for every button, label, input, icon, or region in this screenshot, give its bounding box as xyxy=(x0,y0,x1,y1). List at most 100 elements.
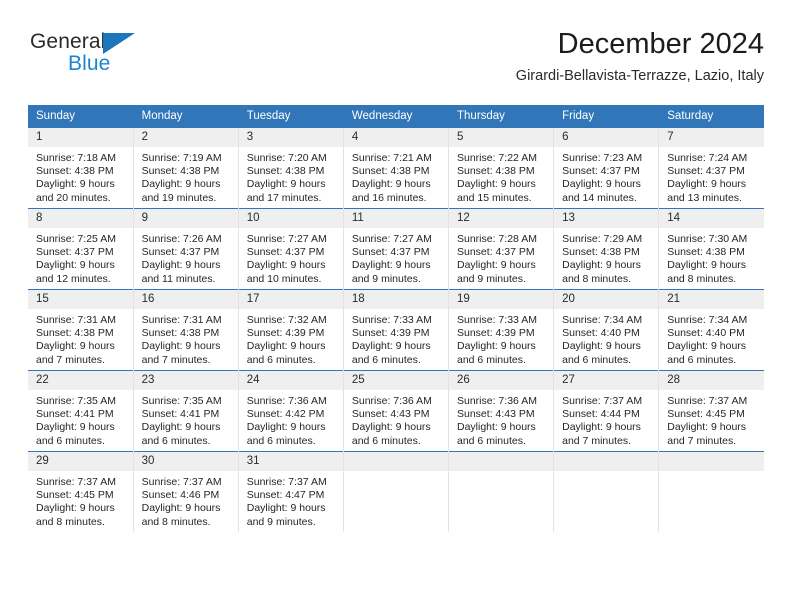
calendar-week-row: 15 Sunrise: 7:31 AM Sunset: 4:38 PM Dayl… xyxy=(28,289,764,371)
sunset-text: Sunset: 4:38 PM xyxy=(141,327,220,340)
day-cell[interactable]: 8 Sunrise: 7:25 AM Sunset: 4:37 PM Dayli… xyxy=(28,208,134,290)
day-cell[interactable]: 4 Sunrise: 7:21 AM Sunset: 4:38 PM Dayli… xyxy=(343,127,450,209)
day-number xyxy=(343,452,448,471)
sunset-text: Sunset: 4:37 PM xyxy=(141,246,220,259)
day-cell[interactable]: 28 Sunrise: 7:37 AM Sunset: 4:45 PM Dayl… xyxy=(658,370,764,452)
day-cell[interactable]: 6 Sunrise: 7:23 AM Sunset: 4:37 PM Dayli… xyxy=(553,127,660,209)
daylight-text-line1: Daylight: 9 hours xyxy=(667,340,747,353)
day-cell[interactable]: 16 Sunrise: 7:31 AM Sunset: 4:38 PM Dayl… xyxy=(133,289,239,371)
day-cell[interactable]: 26 Sunrise: 7:36 AM Sunset: 4:43 PM Dayl… xyxy=(448,370,555,452)
day-cell[interactable]: 22 Sunrise: 7:35 AM Sunset: 4:41 PM Dayl… xyxy=(28,370,134,452)
day-cell[interactable]: 18 Sunrise: 7:33 AM Sunset: 4:39 PM Dayl… xyxy=(343,289,450,371)
daylight-text-line2: and 6 minutes. xyxy=(36,434,105,447)
day-details: Sunrise: 7:35 AM Sunset: 4:41 PM Dayligh… xyxy=(28,390,133,451)
day-cell[interactable]: 9 Sunrise: 7:26 AM Sunset: 4:37 PM Dayli… xyxy=(133,208,239,290)
day-cell[interactable]: 10 Sunrise: 7:27 AM Sunset: 4:37 PM Dayl… xyxy=(238,208,344,290)
sunrise-text: Sunrise: 7:37 AM xyxy=(36,476,116,488)
generalblue-logo[interactable]: General Blue xyxy=(30,30,180,90)
day-cell[interactable]: 5 Sunrise: 7:22 AM Sunset: 4:38 PM Dayli… xyxy=(448,127,555,209)
weekday-header-wednesday: Wednesday xyxy=(343,105,450,128)
day-cell[interactable]: 1 Sunrise: 7:18 AM Sunset: 4:38 PM Dayli… xyxy=(28,127,134,209)
day-number xyxy=(449,452,554,471)
day-number: 20 xyxy=(554,290,659,309)
daylight-text-line1: Daylight: 9 hours xyxy=(667,178,747,191)
weekday-header-saturday: Saturday xyxy=(658,105,765,128)
day-cell[interactable]: 24 Sunrise: 7:36 AM Sunset: 4:42 PM Dayl… xyxy=(238,370,344,452)
daylight-text-line2: and 16 minutes. xyxy=(351,191,427,204)
daylight-text-line2: and 12 minutes. xyxy=(36,272,111,285)
sunrise-text: Sunrise: 7:27 AM xyxy=(246,233,327,245)
day-details: Sunrise: 7:36 AM Sunset: 4:42 PM Dayligh… xyxy=(239,390,343,451)
daylight-text-line1: Daylight: 9 hours xyxy=(141,421,221,434)
day-cell[interactable]: 7 Sunrise: 7:24 AM Sunset: 4:37 PM Dayli… xyxy=(658,127,764,209)
day-details: Sunrise: 7:31 AM Sunset: 4:38 PM Dayligh… xyxy=(134,309,238,370)
day-cell[interactable]: 20 Sunrise: 7:34 AM Sunset: 4:40 PM Dayl… xyxy=(553,289,660,371)
daylight-text-line2: and 6 minutes. xyxy=(457,434,526,447)
day-number: 11 xyxy=(343,209,448,228)
daylight-text-line1: Daylight: 9 hours xyxy=(36,340,115,353)
day-cell[interactable]: 21 Sunrise: 7:34 AM Sunset: 4:40 PM Dayl… xyxy=(658,289,764,371)
sunrise-text: Sunrise: 7:18 AM xyxy=(36,152,116,164)
sunset-text: Sunset: 4:43 PM xyxy=(351,408,430,421)
sunset-text: Sunset: 4:45 PM xyxy=(36,489,114,502)
day-cell[interactable]: 17 Sunrise: 7:32 AM Sunset: 4:39 PM Dayl… xyxy=(238,289,344,371)
day-cell[interactable]: 23 Sunrise: 7:35 AM Sunset: 4:41 PM Dayl… xyxy=(133,370,239,452)
weekday-header-friday: Friday xyxy=(553,105,660,128)
daylight-text-line1: Daylight: 9 hours xyxy=(562,421,641,434)
daylight-text-line2: and 7 minutes. xyxy=(36,353,105,366)
day-number: 14 xyxy=(659,209,764,228)
daylight-text-line1: Daylight: 9 hours xyxy=(457,178,536,191)
sunset-text: Sunset: 4:46 PM xyxy=(141,489,220,502)
page-header: General Blue December 2024 Girardi-Bella… xyxy=(28,26,764,98)
day-cell[interactable]: 3 Sunrise: 7:20 AM Sunset: 4:38 PM Dayli… xyxy=(238,127,344,209)
daylight-text-line1: Daylight: 9 hours xyxy=(246,259,326,272)
day-cell[interactable]: 30 Sunrise: 7:37 AM Sunset: 4:46 PM Dayl… xyxy=(133,451,239,532)
daylight-text-line1: Daylight: 9 hours xyxy=(141,259,221,272)
weekday-header-sunday: Sunday xyxy=(28,105,134,128)
day-cell[interactable]: 25 Sunrise: 7:36 AM Sunset: 4:43 PM Dayl… xyxy=(343,370,450,452)
logo-text-general: General xyxy=(30,30,106,53)
day-cell[interactable]: 27 Sunrise: 7:37 AM Sunset: 4:44 PM Dayl… xyxy=(553,370,660,452)
day-number: 21 xyxy=(659,290,764,309)
sunrise-text: Sunrise: 7:21 AM xyxy=(351,152,432,164)
daylight-text-line2: and 6 minutes. xyxy=(457,353,526,366)
day-details: Sunrise: 7:27 AM Sunset: 4:37 PM Dayligh… xyxy=(239,228,343,289)
day-number: 27 xyxy=(554,371,659,390)
daylight-text-line1: Daylight: 9 hours xyxy=(351,340,431,353)
sunrise-text: Sunrise: 7:36 AM xyxy=(457,395,537,407)
sunrise-text: Sunrise: 7:26 AM xyxy=(141,233,222,245)
day-cell[interactable]: 15 Sunrise: 7:31 AM Sunset: 4:38 PM Dayl… xyxy=(28,289,134,371)
day-number: 29 xyxy=(28,452,133,471)
sunrise-text: Sunrise: 7:31 AM xyxy=(141,314,222,326)
day-cell[interactable]: 12 Sunrise: 7:28 AM Sunset: 4:37 PM Dayl… xyxy=(448,208,555,290)
sunset-text: Sunset: 4:40 PM xyxy=(667,327,745,340)
day-details: Sunrise: 7:31 AM Sunset: 4:38 PM Dayligh… xyxy=(28,309,133,370)
daylight-text-line1: Daylight: 9 hours xyxy=(246,421,326,434)
day-details xyxy=(449,471,553,532)
sunrise-text: Sunrise: 7:34 AM xyxy=(667,314,748,326)
day-cell[interactable]: 2 Sunrise: 7:19 AM Sunset: 4:38 PM Dayli… xyxy=(133,127,239,209)
sunrise-text: Sunrise: 7:34 AM xyxy=(562,314,643,326)
calendar-body: 1 Sunrise: 7:18 AM Sunset: 4:38 PM Dayli… xyxy=(28,127,764,532)
sunset-text: Sunset: 4:38 PM xyxy=(562,246,640,259)
day-cell[interactable]: 19 Sunrise: 7:33 AM Sunset: 4:39 PM Dayl… xyxy=(448,289,555,371)
day-number: 15 xyxy=(28,290,133,309)
weekday-header-thursday: Thursday xyxy=(448,105,555,128)
sunset-text: Sunset: 4:39 PM xyxy=(351,327,430,340)
sunrise-text: Sunrise: 7:37 AM xyxy=(667,395,748,407)
sunset-text: Sunset: 4:38 PM xyxy=(667,246,745,259)
day-cell[interactable]: 14 Sunrise: 7:30 AM Sunset: 4:38 PM Dayl… xyxy=(658,208,764,290)
day-cell[interactable]: 11 Sunrise: 7:27 AM Sunset: 4:37 PM Dayl… xyxy=(343,208,450,290)
sunset-text: Sunset: 4:38 PM xyxy=(351,165,430,178)
day-cell-empty xyxy=(658,451,764,532)
day-cell[interactable]: 29 Sunrise: 7:37 AM Sunset: 4:45 PM Dayl… xyxy=(28,451,134,532)
sunset-text: Sunset: 4:39 PM xyxy=(246,327,325,340)
daylight-text-line2: and 9 minutes. xyxy=(351,272,421,285)
day-details: Sunrise: 7:23 AM Sunset: 4:37 PM Dayligh… xyxy=(554,147,658,208)
sunrise-text: Sunrise: 7:28 AM xyxy=(457,233,537,245)
day-cell[interactable]: 13 Sunrise: 7:29 AM Sunset: 4:38 PM Dayl… xyxy=(553,208,660,290)
daylight-text-line2: and 10 minutes. xyxy=(246,272,322,285)
daylight-text-line2: and 11 minutes. xyxy=(141,272,216,285)
day-cell[interactable]: 31 Sunrise: 7:37 AM Sunset: 4:47 PM Dayl… xyxy=(238,451,344,532)
day-number: 2 xyxy=(133,128,238,147)
